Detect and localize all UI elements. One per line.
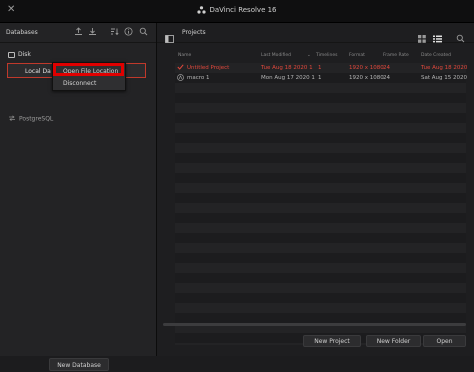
davinci-logo-icon (197, 6, 207, 14)
disk-icon (8, 51, 15, 58)
column-format[interactable]: Format (349, 53, 365, 58)
project-modified: Mon Aug 17 2020 1 (261, 75, 315, 81)
project-fps: 24 (383, 65, 390, 71)
disk-label: Disk (18, 51, 31, 58)
sort-icon[interactable] (110, 27, 120, 37)
column-frame-rate[interactable]: Frame Rate (383, 53, 409, 58)
checkmark-icon (177, 64, 184, 72)
search-projects-icon[interactable] (456, 28, 465, 47)
project-timelines: 1 (318, 65, 322, 71)
database-row-label: Local Da (25, 68, 51, 75)
project-logo-icon (177, 74, 184, 83)
postgresql-label: PostgreSQL (19, 115, 54, 123)
project-format: 1920 x 1080 (349, 65, 384, 71)
title-bar: ✕ DaVinci Resolve 16 (0, 0, 474, 23)
new-database-button[interactable]: New Database (49, 358, 109, 371)
highlight-box (53, 63, 124, 76)
project-name: macro 1 (187, 75, 210, 81)
sidebar-toggle-icon[interactable] (165, 28, 174, 47)
menu-item-disconnect[interactable]: Disconnect (63, 80, 96, 87)
app-title-container: DaVinci Resolve 16 (0, 5, 474, 15)
grid-view-icon[interactable] (418, 28, 426, 47)
postgresql-section[interactable]: PostgreSQL (8, 115, 53, 123)
app-title: DaVinci Resolve 16 (209, 6, 277, 14)
databases-header: Databases (0, 23, 156, 43)
table-row[interactable]: Untitled Project Tue Aug 18 2020 1 1 192… (175, 63, 468, 73)
horizontal-scrollbar[interactable] (163, 323, 466, 326)
projects-header: Projects (157, 23, 474, 43)
project-modified: Tue Aug 18 2020 1 (261, 65, 313, 71)
connect-arrows-icon (8, 115, 16, 123)
projects-table-body: Untitled Project Tue Aug 18 2020 1 1 192… (175, 63, 468, 345)
search-icon[interactable] (139, 27, 149, 37)
column-name[interactable]: Name (178, 53, 191, 58)
upload-icon[interactable] (74, 27, 84, 37)
databases-title: Databases (6, 29, 38, 36)
sort-chevron-icon: ⌄ (307, 53, 311, 58)
download-icon[interactable] (88, 27, 98, 37)
projects-table-header: Name Last Modified ⌄ Timelines Format Fr… (157, 53, 474, 62)
column-last-modified[interactable]: Last Modified (261, 53, 291, 58)
project-format: 1920 x 1080 (349, 75, 384, 81)
list-view-icon[interactable] (433, 28, 442, 47)
info-icon[interactable] (124, 27, 134, 37)
disk-section: Disk (8, 51, 31, 58)
project-created: Tue Aug 18 2020 (421, 65, 468, 71)
projects-title: Projects (182, 29, 206, 36)
column-date-created[interactable]: Date Created (421, 53, 451, 58)
project-created: Sat Aug 15 2020 (421, 75, 467, 81)
project-name: Untitled Project (187, 65, 230, 71)
new-folder-button[interactable]: New Folder (366, 335, 421, 347)
open-button[interactable]: Open (423, 335, 466, 347)
project-timelines: 1 (318, 75, 322, 81)
projects-panel: Projects Name Last Modified ⌄ Timelines … (157, 23, 474, 356)
new-project-button[interactable]: New Project (303, 335, 361, 347)
table-row[interactable]: macro 1 Mon Aug 17 2020 1 1 1920 x 1080 … (175, 73, 467, 83)
column-timelines[interactable]: Timelines (316, 53, 337, 58)
project-fps: 24 (383, 75, 390, 81)
